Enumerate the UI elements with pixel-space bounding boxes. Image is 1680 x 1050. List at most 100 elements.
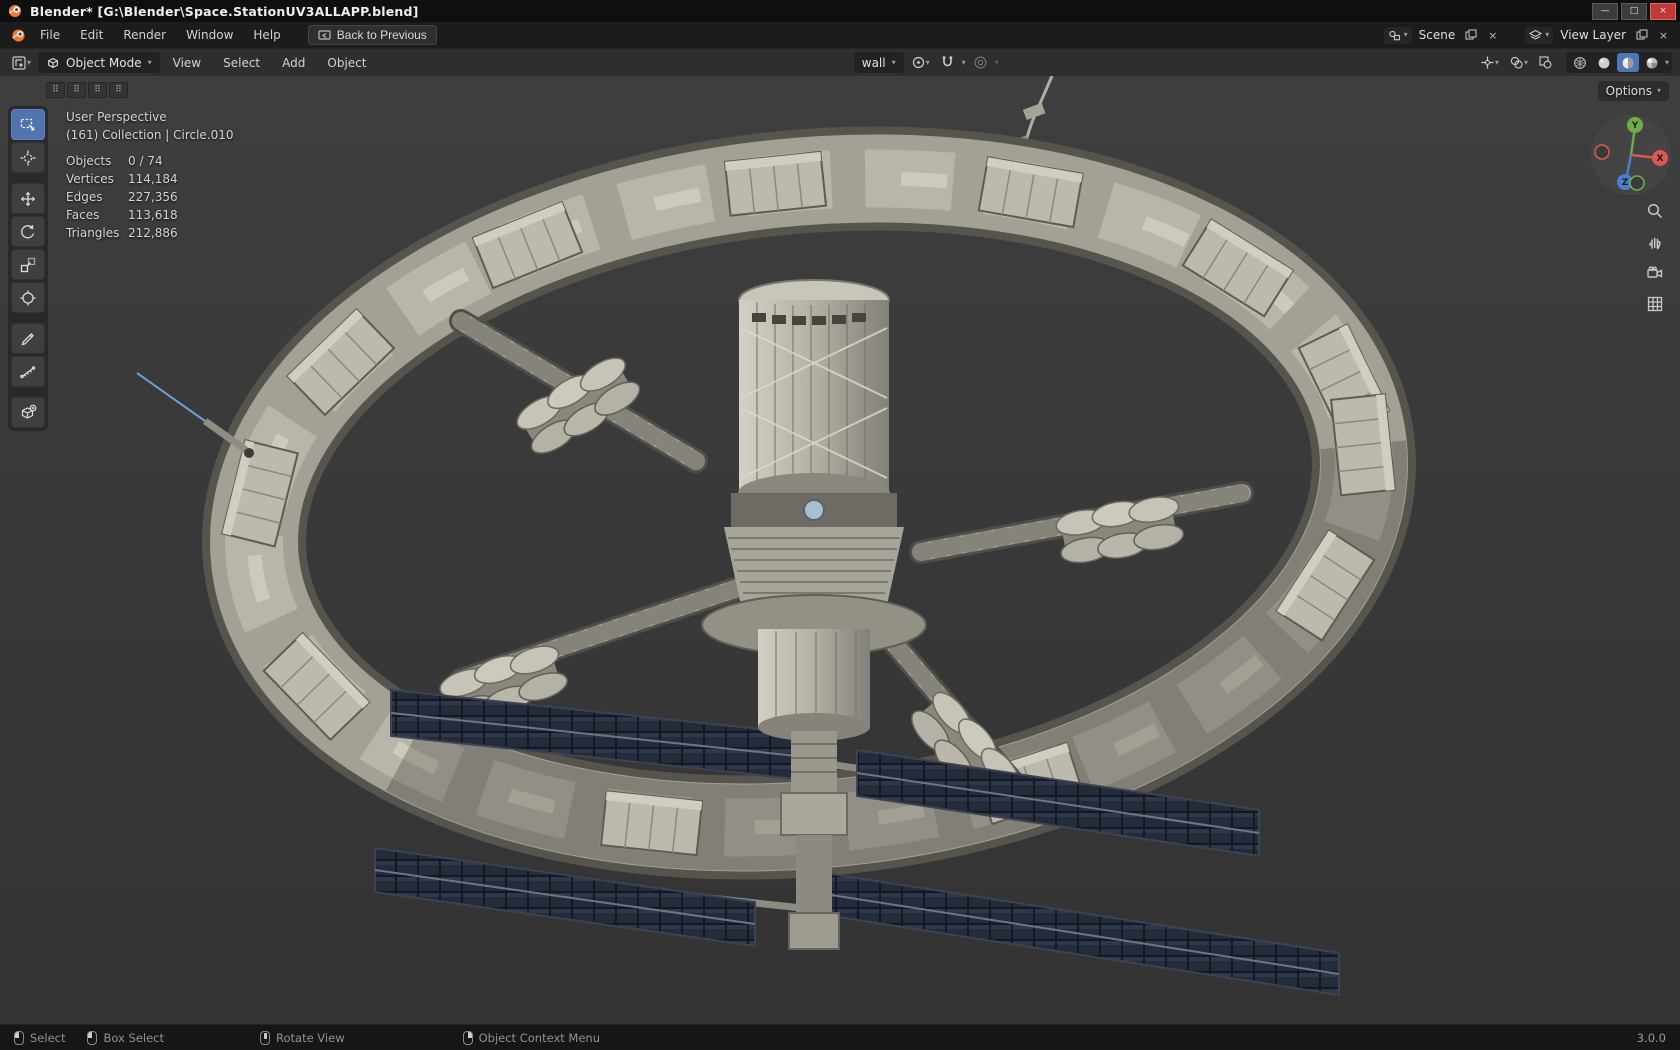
editor-type-caret: ▾ bbox=[27, 57, 32, 67]
scene-browse-button[interactable]: ▾ bbox=[1383, 26, 1412, 44]
proportional-editing-toggle[interactable] bbox=[970, 52, 991, 73]
menu-help[interactable]: Help bbox=[244, 25, 289, 45]
options-caret: ▾ bbox=[1656, 86, 1661, 95]
options-button[interactable]: Options ▾ bbox=[1597, 81, 1669, 101]
hint-rotate-view: Rotate View bbox=[260, 1030, 345, 1045]
view-layer-name[interactable]: View Layer bbox=[1558, 28, 1628, 42]
shading-rendered-button[interactable] bbox=[1641, 53, 1663, 72]
proportional-editing-caret[interactable]: ▾ bbox=[995, 58, 999, 67]
left-mouse-drag-icon bbox=[87, 1030, 98, 1045]
show-overlays-caret: ▾ bbox=[1523, 57, 1528, 67]
mini-toggle-3-grid-icon[interactable]: ⠿ bbox=[88, 82, 107, 98]
viewport-mini-toolbar: ⠿ ⠿ ⠿ ⠿ bbox=[46, 82, 128, 98]
camera-view-icon[interactable] bbox=[1644, 262, 1666, 284]
pan-hand-icon[interactable] bbox=[1644, 231, 1666, 253]
options-label: Options bbox=[1605, 84, 1652, 98]
stat-triangles: Triangles 212,886 bbox=[66, 226, 178, 240]
pivot-point-dropdown[interactable]: ▾ bbox=[908, 52, 933, 73]
tool-scale[interactable] bbox=[11, 249, 45, 280]
menu-render[interactable]: Render bbox=[114, 25, 175, 45]
snap-toggle-button[interactable] bbox=[937, 52, 958, 73]
scene-name[interactable]: Scene bbox=[1417, 28, 1458, 42]
tool-add-cube[interactable] bbox=[11, 397, 45, 428]
mode-dropdown-caret: ▾ bbox=[147, 57, 152, 67]
svg-text:Z: Z bbox=[1622, 178, 1629, 188]
viewport-nav-buttons bbox=[1644, 200, 1666, 315]
tool-move[interactable] bbox=[11, 183, 45, 214]
blender-window: Blender* [G:\Blender\Space.StationUV3ALL… bbox=[0, 0, 1680, 1050]
view-layer-browse-button[interactable]: ▾ bbox=[1525, 26, 1554, 44]
menu-file[interactable]: File bbox=[31, 25, 69, 45]
window-close-button[interactable]: × bbox=[1650, 2, 1676, 20]
transform-orientation-label: wall bbox=[861, 55, 886, 70]
object-mode-icon bbox=[46, 56, 60, 70]
back-to-previous-label: Back to Previous bbox=[336, 28, 427, 42]
new-scene-button[interactable] bbox=[1462, 27, 1479, 44]
tool-transform[interactable] bbox=[11, 282, 45, 313]
menu-add[interactable]: Add bbox=[273, 53, 314, 73]
svg-text:X: X bbox=[1657, 154, 1664, 164]
editor-type-button[interactable]: ▾ bbox=[8, 52, 34, 73]
back-to-previous-button[interactable]: Back to Previous bbox=[307, 25, 437, 45]
hint-select: Select bbox=[14, 1030, 66, 1045]
mini-toggle-4-grid-icon[interactable]: ⠿ bbox=[109, 82, 128, 98]
zoom-icon[interactable] bbox=[1644, 200, 1666, 222]
mode-dropdown[interactable]: Object Mode ▾ bbox=[38, 52, 160, 73]
shading-material-preview-button[interactable] bbox=[1617, 53, 1639, 72]
statusbar: Select Box Select Rotate View Object Con… bbox=[0, 1024, 1680, 1050]
tool-measure[interactable] bbox=[11, 356, 45, 387]
menu-edit[interactable]: Edit bbox=[71, 25, 112, 45]
view-layer-icon bbox=[1529, 29, 1543, 42]
left-mouse-icon bbox=[14, 1030, 24, 1045]
perspective-toggle-icon[interactable] bbox=[1644, 293, 1666, 315]
blender-app-menu-icon[interactable] bbox=[8, 25, 29, 46]
shading-solid-button[interactable] bbox=[1593, 53, 1615, 72]
viewport-3d-canvas[interactable] bbox=[0, 76, 1680, 1024]
menu-select[interactable]: Select bbox=[214, 53, 269, 73]
transform-orientation-caret: ▾ bbox=[891, 57, 896, 67]
tool-shelf bbox=[8, 106, 48, 431]
view-layer-browse-caret: ▾ bbox=[1545, 30, 1550, 39]
scene-viewlayer-area: ▾ Scene × ▾ View Layer × bbox=[1383, 26, 1672, 44]
top-menubar: File Edit Render Window Help Back to Pre… bbox=[0, 22, 1680, 48]
viewport-info-overlay: User Perspective (161) Collection | Circ… bbox=[66, 108, 234, 242]
shading-mode-group: ▾ bbox=[1566, 52, 1673, 73]
view-perspective-label: User Perspective bbox=[66, 110, 167, 124]
tool-rotate[interactable] bbox=[11, 216, 45, 247]
tool-select-box[interactable] bbox=[11, 109, 45, 140]
mini-toggle-1-grid-icon[interactable]: ⠿ bbox=[46, 82, 65, 98]
hint-select-label: Select bbox=[30, 1030, 66, 1045]
middle-mouse-icon bbox=[260, 1030, 270, 1045]
tool-annotate[interactable] bbox=[11, 323, 45, 354]
menu-view[interactable]: View bbox=[164, 53, 210, 73]
menu-window[interactable]: Window bbox=[177, 25, 242, 45]
pivot-point-caret: ▾ bbox=[925, 57, 930, 67]
tool-cursor[interactable] bbox=[11, 142, 45, 173]
scene-browse-caret: ▾ bbox=[1403, 30, 1408, 39]
hint-box-select-label: Box Select bbox=[103, 1030, 164, 1045]
xray-toggle[interactable] bbox=[1535, 52, 1556, 73]
show-gizmo-toggle[interactable]: ▾ bbox=[1477, 52, 1502, 73]
remove-view-layer-button[interactable]: × bbox=[1655, 27, 1672, 44]
window-title: Blender* [G:\Blender\Space.StationUV3ALL… bbox=[30, 3, 419, 19]
window-controls: — □ × bbox=[1592, 2, 1676, 20]
window-minimize-button[interactable]: — bbox=[1592, 2, 1618, 20]
shading-wireframe-button[interactable] bbox=[1569, 53, 1591, 72]
window-maximize-button[interactable]: □ bbox=[1621, 2, 1647, 20]
unlink-scene-button[interactable]: × bbox=[1484, 27, 1501, 44]
show-overlays-toggle[interactable]: ▾ bbox=[1506, 52, 1531, 73]
navigation-gizmo[interactable]: Y X Z bbox=[1589, 113, 1673, 197]
back-icon bbox=[318, 29, 331, 41]
mini-toggle-2-grid-icon[interactable]: ⠿ bbox=[67, 82, 86, 98]
blender-version: 3.0.0 bbox=[1636, 1030, 1666, 1045]
new-view-layer-button[interactable] bbox=[1633, 27, 1650, 44]
snap-dropdown-caret[interactable]: ▾ bbox=[962, 58, 966, 67]
hint-rotate-view-label: Rotate View bbox=[276, 1030, 345, 1045]
active-collection-label: (161) Collection | Circle.010 bbox=[66, 128, 234, 142]
shading-dropdown-caret[interactable]: ▾ bbox=[1665, 58, 1669, 67]
hint-context-menu: Object Context Menu bbox=[462, 1030, 600, 1045]
stat-faces: Faces 113,618 bbox=[66, 208, 178, 222]
stat-edges: Edges 227,356 bbox=[66, 190, 178, 204]
transform-orientation-dropdown[interactable]: wall ▾ bbox=[853, 52, 904, 73]
menu-object[interactable]: Object bbox=[318, 53, 375, 73]
